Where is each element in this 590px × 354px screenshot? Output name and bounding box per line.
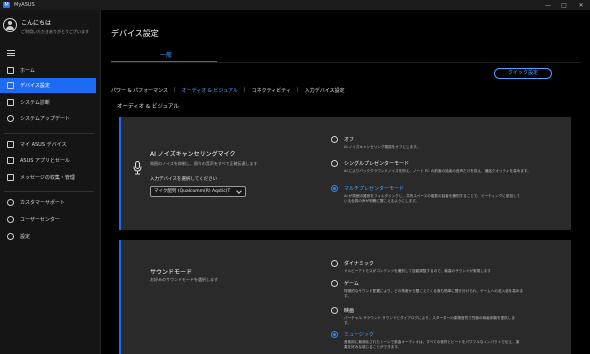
microphone-icon bbox=[133, 161, 142, 175]
avatar-icon bbox=[3, 18, 17, 32]
option-label: ゲーム bbox=[344, 281, 359, 287]
radio-sound-game[interactable] bbox=[331, 280, 338, 287]
message-icon bbox=[7, 174, 14, 181]
sidebar-item-label: カスタマーサポート bbox=[20, 200, 65, 206]
profile-subtitle: ご利用いただきありがとうございます bbox=[21, 29, 89, 34]
option-desc: パーチャル サラウンド サウンドとダイアログにより、スターターの劇場音質で究極の… bbox=[344, 316, 515, 320]
tab-divider bbox=[111, 62, 581, 63]
subnav-connectivity[interactable]: コネクティビティ bbox=[252, 87, 291, 94]
sidebar-item-label: 設定 bbox=[20, 234, 31, 240]
option-desc: 特徴的なサウンド配置により、どの角度から聞こえてくる音も簡単に聞き分けられ、ゲー… bbox=[344, 289, 524, 293]
radio-noise-single-presenter[interactable] bbox=[331, 160, 338, 167]
update-icon bbox=[7, 115, 14, 122]
subnav-input-devices[interactable]: 入力デバイス設定 bbox=[305, 87, 345, 94]
sound-mode-card: サウンドモード お好みのサウンドモードを選択します ダイナミック ドルビーアトモ… bbox=[119, 240, 571, 354]
app-title: MyASUS bbox=[14, 2, 35, 8]
noise-card-desc: 周囲のノイズを抑制し、個々の音声をすべて正確伝達します bbox=[150, 161, 258, 166]
option-label: ミュージック bbox=[344, 332, 374, 338]
chevron-down-icon bbox=[236, 188, 242, 194]
sidebar-item-system-update[interactable]: システムアップデート bbox=[0, 111, 96, 126]
option-desc: いる全員の声が明瞭に聞こえるようにします。 bbox=[344, 199, 419, 203]
subnav-separator: | bbox=[173, 87, 176, 93]
page-title: デバイス設定 bbox=[111, 29, 159, 38]
support-icon bbox=[7, 199, 14, 206]
maximize-button[interactable]: □ bbox=[558, 0, 570, 10]
option-label: オフ bbox=[344, 137, 355, 143]
noise-card-title: AI ノイズキャンセリングマイク bbox=[150, 151, 236, 158]
option-desc: す。 bbox=[344, 321, 351, 325]
sidebar-item-label: デバイス設定 bbox=[20, 83, 50, 89]
main-content: デバイス設定 一般 クイック設定 パワー & パフォーマンス | オーディオ &… bbox=[101, 10, 590, 354]
subnav-separator: | bbox=[297, 87, 299, 93]
subnav-audio-visual[interactable]: オーディオ & ビジュアル bbox=[182, 87, 238, 94]
sidebar-item-label: ホーム bbox=[20, 68, 35, 74]
option-desc: す。 bbox=[344, 294, 351, 298]
radio-noise-multi-presenter[interactable] bbox=[331, 185, 338, 192]
option-desc: AI によりバックグラウンドノイズを抑え、ノート PC の前面の話者の音声だけを… bbox=[344, 169, 531, 173]
radio-sound-music[interactable] bbox=[331, 331, 338, 338]
profile-greeting: こんにちは bbox=[21, 20, 52, 27]
subnav-power-performance[interactable]: パワー & パフォーマンス bbox=[111, 87, 168, 94]
tab-active-indicator bbox=[111, 61, 217, 62]
sidebar-item-system-diagnosis[interactable]: システム診断 bbox=[0, 95, 96, 110]
gear-icon bbox=[7, 233, 14, 240]
subnav-separator: | bbox=[243, 87, 246, 93]
sidebar-item-label: ASUS アプリとセール bbox=[20, 158, 71, 164]
menu-icon[interactable] bbox=[7, 50, 15, 56]
input-device-value: マイク配列 (Qualcomm(R) Aqstic(T bbox=[154, 189, 231, 194]
sidebar-item-label: システムアップデート bbox=[20, 116, 70, 122]
radio-sound-dynamic[interactable] bbox=[331, 260, 338, 267]
app-logo-icon: M bbox=[3, 2, 10, 8]
title-bar: M MyASUS — □ ✕ bbox=[0, 0, 590, 10]
sidebar-divider bbox=[4, 191, 94, 192]
option-desc: AI ノイズキャンセリング機能をオフにします。 bbox=[344, 145, 421, 149]
sidebar-item-asus-apps[interactable]: ASUS アプリとセール bbox=[0, 153, 96, 168]
my-device-icon bbox=[7, 141, 14, 148]
sound-card-desc: お好みのサウンドモードを選択します bbox=[150, 277, 218, 282]
device-settings-icon bbox=[7, 82, 14, 89]
option-label: ダイナミック bbox=[344, 261, 374, 267]
sidebar-item-settings[interactable]: 設定 bbox=[0, 229, 96, 244]
sound-card-title: サウンドモード bbox=[150, 269, 193, 276]
option-desc: ドルビーアトモスがコンテンツを識別して自動調整するので、最高のサウンドが実現しま… bbox=[344, 269, 491, 273]
sidebar-item-messages[interactable]: メッセージの収集・管理 bbox=[0, 170, 96, 185]
option-label: シングルプレゼンターモード bbox=[344, 161, 410, 167]
input-device-select[interactable]: マイク配列 (Qualcomm(R) Aqstic(T bbox=[150, 186, 246, 197]
sidebar-item-home[interactable]: ホーム bbox=[0, 63, 96, 78]
sidebar-item-label: メッセージの収集・管理 bbox=[20, 175, 75, 181]
quick-settings-button[interactable]: クイック設定 bbox=[494, 68, 552, 79]
diagnosis-icon bbox=[7, 99, 14, 106]
sidebar: こんにちは ご利用いただきありがとうございます ホーム デバイス設定 システム診… bbox=[0, 10, 101, 354]
sidebar-item-my-asus-device[interactable]: マイ ASUS デバイス bbox=[0, 137, 96, 152]
tab-general[interactable]: 一般 bbox=[137, 50, 195, 59]
radio-noise-off[interactable] bbox=[331, 136, 338, 143]
minimize-button[interactable]: — bbox=[542, 0, 554, 10]
sidebar-divider bbox=[4, 133, 94, 134]
apps-icon bbox=[7, 157, 14, 164]
section-title: オーディオ & ビジュアル bbox=[117, 104, 179, 110]
noise-cancelling-card: AI ノイズキャンセリングマイク 周囲のノイズを抑制し、個々の音声をすべて正確伝… bbox=[119, 117, 571, 230]
sidebar-item-label: システム診断 bbox=[20, 100, 50, 106]
sidebar-item-user-center[interactable]: ユーザーセンター bbox=[0, 212, 96, 227]
option-label: 映画 bbox=[344, 308, 355, 314]
sidebar-item-device-settings[interactable]: デバイス設定 bbox=[0, 78, 96, 93]
close-button[interactable]: ✕ bbox=[575, 0, 587, 10]
sidebar-item-label: マイ ASUS デバイス bbox=[20, 142, 67, 148]
option-desc: 奏を好みな感じることができます。 bbox=[344, 345, 402, 349]
home-icon bbox=[7, 67, 14, 74]
input-device-label: 入力デバイスを選択してください bbox=[150, 177, 218, 182]
radio-sound-movie[interactable] bbox=[331, 307, 338, 314]
sidebar-item-label: ユーザーセンター bbox=[20, 217, 60, 223]
profile[interactable]: こんにちは ご利用いただきありがとうございます bbox=[3, 15, 101, 41]
user-icon bbox=[7, 216, 14, 223]
option-label: マルチプレゼンターモード bbox=[344, 186, 405, 192]
sidebar-item-customer-support[interactable]: カスタマーサポート bbox=[0, 195, 96, 210]
subnav: パワー & パフォーマンス | オーディオ & ビジュアル | コネクティビティ… bbox=[111, 87, 345, 94]
